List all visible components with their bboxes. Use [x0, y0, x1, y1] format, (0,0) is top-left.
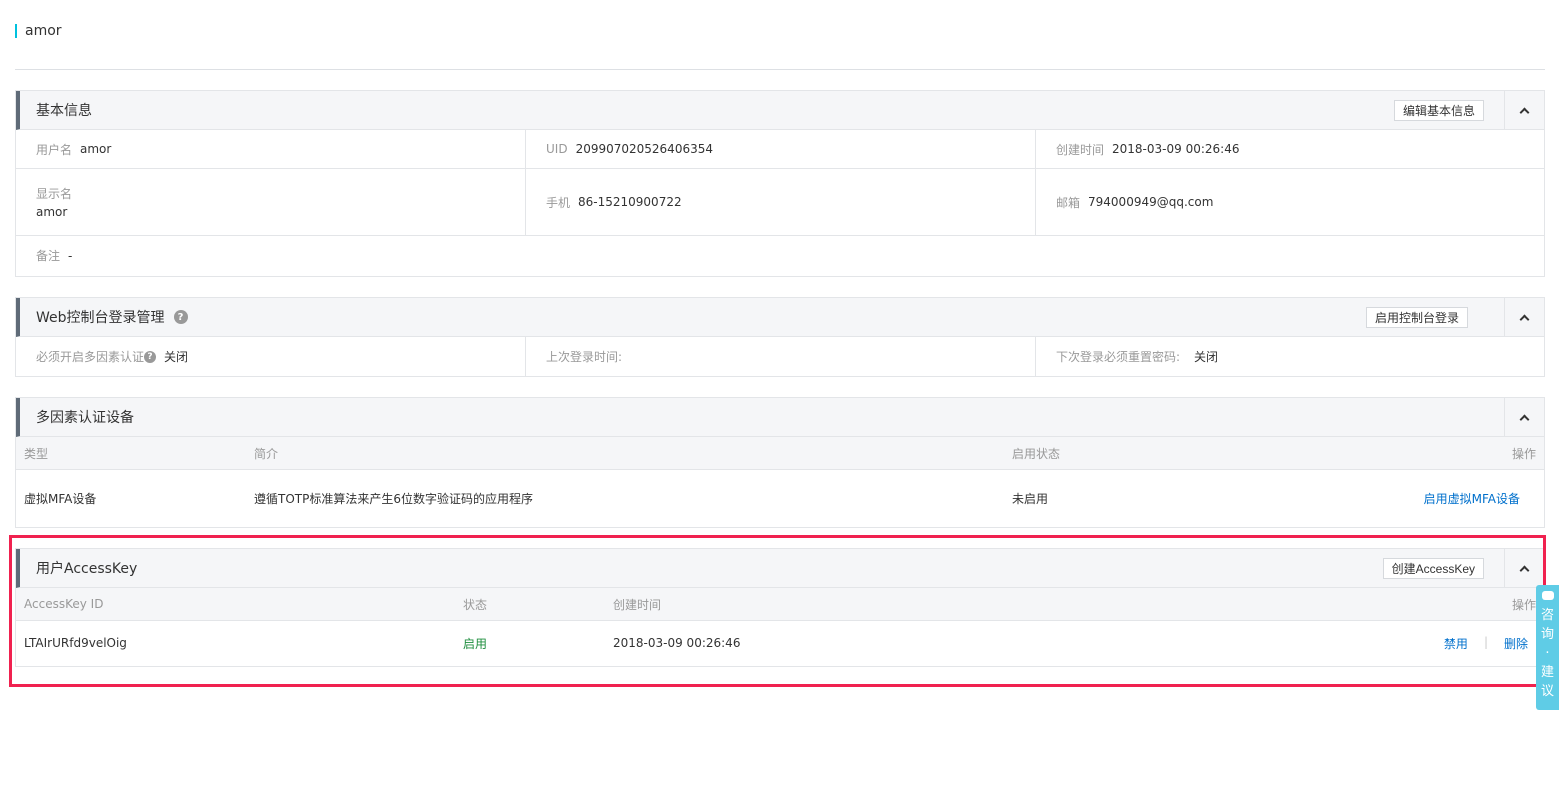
- action-separator: |: [1483, 634, 1488, 649]
- page-title-text: amor: [25, 23, 62, 39]
- note-value: -: [68, 248, 73, 263]
- table-row: 虚拟MFA设备 遵循TOTP标准算法来产生6位数字验证码的应用程序 未启用 启用…: [16, 470, 1544, 526]
- phone-label: 手机: [546, 195, 571, 210]
- created-value: 2018-03-09 00:26:46: [1112, 142, 1240, 156]
- ak-status-cell: 启用: [463, 636, 488, 651]
- enable-virtual-mfa-link[interactable]: 启用虚拟MFA设备: [1424, 490, 1520, 507]
- basic-info-title: 基本信息: [36, 103, 92, 119]
- title-divider: [15, 69, 1545, 70]
- feedback-char: 建: [1540, 665, 1554, 680]
- uid-cell: UID 209907020526406354: [526, 130, 1036, 168]
- created-label: 创建时间: [1056, 142, 1105, 157]
- page-title: amor: [15, 21, 62, 41]
- web-console-header: Web控制台登录管理 ? 启用控制台登录: [16, 298, 1544, 337]
- display-name-value: amor: [36, 205, 68, 219]
- last-login-cell: 上次登录时间:: [526, 337, 1036, 376]
- basic-info-panel: 基本信息 编辑基本信息 用户名 amor UID 209907020526406…: [15, 90, 1545, 277]
- phone-cell: 手机 86-15210900722: [526, 169, 1036, 235]
- note-label: 备注: [36, 249, 61, 263]
- note-cell: 备注 -: [16, 236, 1544, 275]
- web-console-title: Web控制台登录管理 ?: [20, 307, 188, 327]
- web-console-collapse-toggle[interactable]: [1504, 298, 1544, 336]
- ak-col-id: AccessKey ID: [24, 597, 104, 611]
- mfa-col-status: 启用状态: [1012, 446, 1061, 461]
- feedback-widget[interactable]: 咨 询 · 建 议: [1536, 585, 1559, 710]
- mfa-required-value: 关闭: [164, 350, 189, 364]
- feedback-char: ·: [1545, 646, 1550, 661]
- email-label: 邮箱: [1056, 195, 1081, 210]
- mfa-devices-title: 多因素认证设备: [36, 410, 134, 426]
- mfa-required-label: 必须开启多因素认证: [36, 350, 145, 364]
- edit-basic-info-button[interactable]: 编辑基本信息: [1393, 100, 1484, 121]
- table-row: LTAIrURfd9velOig 启用 2018-03-09 00:26:46 …: [16, 621, 1544, 665]
- mfa-required-cell: 必须开启多因素认证 ? 关闭: [16, 337, 526, 376]
- display-name-label: 显示名: [36, 187, 73, 201]
- mfa-help-icon[interactable]: ?: [144, 350, 157, 363]
- mfa-devices-header: 多因素认证设备: [16, 398, 1544, 437]
- ak-col-status: 状态: [463, 597, 488, 612]
- accesskey-header: 用户AccessKey 创建AccessKey: [16, 549, 1544, 588]
- reset-password-cell: 下次登录必须重置密码: 关闭: [1036, 337, 1544, 376]
- chevron-up-icon: [1519, 414, 1530, 424]
- help-icon[interactable]: ?: [173, 310, 188, 324]
- enable-console-login-button[interactable]: 启用控制台登录: [1365, 307, 1468, 328]
- mfa-col-type: 类型: [24, 446, 49, 461]
- delete-accesskey-link[interactable]: 删除: [1504, 635, 1528, 652]
- username-label: 用户名: [36, 142, 73, 157]
- accesskey-table-header: AccessKey ID 状态 创建时间 操作: [16, 588, 1544, 621]
- feedback-char: 咨: [1540, 608, 1554, 623]
- reset-password-value: 关闭: [1194, 350, 1219, 364]
- chevron-up-icon: [1519, 314, 1530, 324]
- disable-accesskey-link[interactable]: 禁用: [1444, 635, 1468, 652]
- mfa-devices-collapse-toggle[interactable]: [1504, 398, 1544, 436]
- uid-label: UID: [546, 142, 568, 156]
- web-console-title-text: Web控制台登录管理: [36, 310, 165, 326]
- title-accent-bar: [15, 24, 17, 38]
- mfa-col-desc: 简介: [254, 446, 279, 461]
- display-name-cell: 显示名 amor: [16, 169, 526, 235]
- ak-created-cell: 2018-03-09 00:26:46: [613, 636, 741, 650]
- email-cell: 邮箱 794000949@qq.com: [1036, 169, 1544, 235]
- chat-icon: [1541, 591, 1554, 600]
- mfa-col-action: 操作: [1511, 446, 1536, 461]
- basic-info-row-3: 备注 -: [16, 236, 1544, 275]
- ak-col-created: 创建时间: [613, 597, 662, 612]
- mfa-table-header: 类型 简介 启用状态 操作: [16, 437, 1544, 470]
- web-console-panel: Web控制台登录管理 ? 启用控制台登录 必须开启多因素认证 ? 关闭 上次登录…: [15, 297, 1545, 377]
- username-value: amor: [80, 142, 112, 156]
- basic-info-header: 基本信息 编辑基本信息: [16, 91, 1544, 130]
- accesskey-collapse-toggle[interactable]: [1504, 549, 1544, 587]
- uid-value: 209907020526406354: [575, 142, 713, 156]
- ak-col-action: 操作: [1511, 597, 1536, 612]
- feedback-char: 询: [1540, 627, 1554, 642]
- chevron-up-icon: [1519, 107, 1530, 117]
- chevron-up-icon: [1519, 565, 1530, 575]
- basic-info-row-1: 用户名 amor UID 209907020526406354 创建时间 201…: [16, 130, 1544, 169]
- last-login-label: 上次登录时间:: [546, 350, 623, 364]
- phone-value: 86-15210900722: [578, 195, 682, 209]
- feedback-char: 议: [1540, 684, 1554, 699]
- basic-info-collapse-toggle[interactable]: [1504, 91, 1544, 129]
- email-value: 794000949@qq.com: [1088, 195, 1214, 209]
- mfa-desc-cell: 遵循TOTP标准算法来产生6位数字验证码的应用程序: [254, 491, 533, 506]
- created-cell: 创建时间 2018-03-09 00:26:46: [1036, 130, 1544, 168]
- basic-info-row-2: 显示名 amor 手机 86-15210900722 邮箱 794000949@…: [16, 169, 1544, 236]
- create-accesskey-button[interactable]: 创建AccessKey: [1382, 558, 1484, 579]
- mfa-status-cell: 未启用: [1012, 491, 1049, 506]
- accesskey-title: 用户AccessKey: [36, 561, 138, 577]
- accesskey-panel: 用户AccessKey 创建AccessKey AccessKey ID 状态 …: [15, 548, 1545, 667]
- ak-actions: 禁用 | 删除: [1444, 635, 1528, 652]
- reset-password-label: 下次登录必须重置密码:: [1056, 350, 1181, 364]
- mfa-devices-panel: 多因素认证设备 类型 简介 启用状态 操作 虚拟MFA设备 遵循TOTP标准算法…: [15, 397, 1545, 528]
- web-console-row: 必须开启多因素认证 ? 关闭 上次登录时间: 下次登录必须重置密码: 关闭: [16, 337, 1544, 376]
- username-cell: 用户名 amor: [16, 130, 526, 168]
- ak-id-cell: LTAIrURfd9velOig: [24, 636, 127, 650]
- mfa-type-cell: 虚拟MFA设备: [24, 491, 97, 506]
